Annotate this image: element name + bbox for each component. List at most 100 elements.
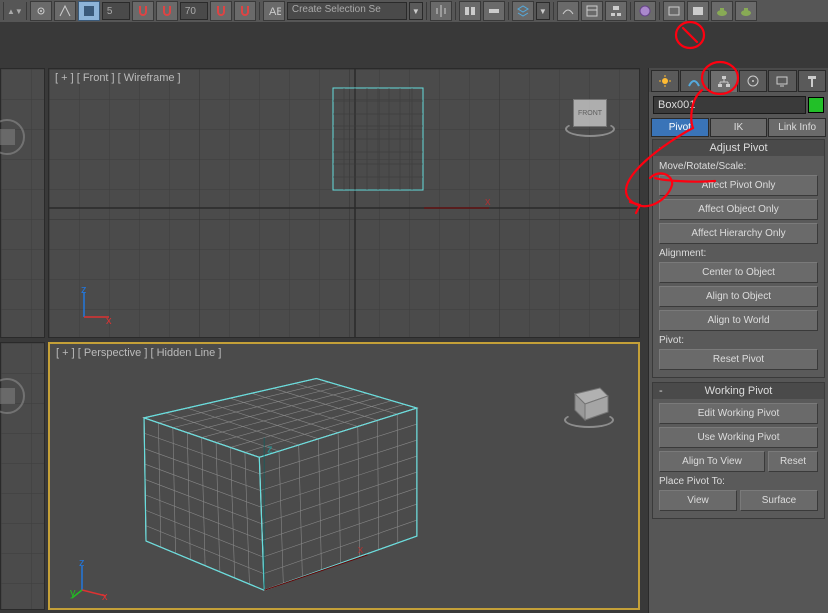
viewport-grid: x: [49, 69, 639, 337]
object-color-swatch[interactable]: [808, 97, 824, 113]
viewcube[interactable]: FRONT: [561, 89, 619, 147]
tab-display[interactable]: [768, 70, 796, 92]
affect-object-only-button[interactable]: Affect Object Only: [659, 199, 818, 220]
viewcube-ring[interactable]: [565, 121, 615, 137]
curve-icon: [561, 4, 575, 18]
percent-snap-button[interactable]: [78, 1, 100, 21]
dropdown-arrow[interactable]: ▼: [409, 2, 423, 20]
teapot-icon: [715, 4, 729, 18]
axis-gizmo: z x y: [70, 560, 110, 600]
snap-toggle-button[interactable]: [30, 1, 52, 21]
snap-btn-b[interactable]: [156, 1, 178, 21]
subtab-ik[interactable]: IK: [710, 118, 768, 137]
curve-editor-button[interactable]: [557, 1, 579, 21]
svg-text:x: x: [358, 544, 364, 556]
tab-motion[interactable]: [739, 70, 767, 92]
snap-btn-a[interactable]: [132, 1, 154, 21]
spinner-arrows[interactable]: ▲▼: [7, 7, 23, 16]
monitor-icon: [775, 74, 789, 88]
axis-gizmo: z x: [74, 287, 114, 327]
teapot-icon: [739, 4, 753, 18]
render-button[interactable]: [711, 1, 733, 21]
place-surface-button[interactable]: Surface: [740, 490, 818, 511]
object-name-field[interactable]: [653, 96, 806, 114]
hammer-icon: [805, 74, 819, 88]
viewport-label[interactable]: [ + ] [ Front ] [ Wireframe ]: [55, 72, 181, 84]
align-btn-2[interactable]: [483, 1, 505, 21]
named-selection-dropdown[interactable]: Create Selection Se: [287, 2, 407, 20]
edit-working-pivot-button[interactable]: Edit Working Pivot: [659, 403, 818, 424]
snap-btn-d[interactable]: [234, 1, 256, 21]
align-to-world-button[interactable]: Align to World: [659, 310, 818, 331]
align-to-view-button[interactable]: Align To View: [659, 451, 765, 472]
layer-button[interactable]: [512, 1, 534, 21]
affect-hierarchy-only-button[interactable]: Affect Hierarchy Only: [659, 223, 818, 244]
svg-text:ABC: ABC: [269, 6, 281, 18]
viewport-perspective[interactable]: [ + ] [ Perspective ] [ Hidden Line ]: [48, 342, 640, 610]
snap-btn-c[interactable]: [210, 1, 232, 21]
command-panel: Pivot IK Link Info -Adjust Pivot Move/Ro…: [648, 68, 828, 613]
use-working-pivot-button[interactable]: Use Working Pivot: [659, 427, 818, 448]
affect-pivot-only-button[interactable]: Affect Pivot Only: [659, 175, 818, 196]
viewport-label[interactable]: [ + ] [ Perspective ] [ Hidden Line ]: [56, 347, 221, 359]
named-sel-edit-button[interactable]: ABC: [263, 1, 285, 21]
toolbar-separator: [26, 2, 27, 20]
svg-text:x: x: [106, 315, 112, 327]
reset-pivot-button[interactable]: Reset Pivot: [659, 349, 818, 370]
snap-icon: [34, 4, 48, 18]
reset-working-pivot-button[interactable]: Reset: [768, 451, 818, 472]
magnet-icon: [238, 4, 252, 18]
snap-value-1[interactable]: [102, 2, 130, 20]
render-setup-button[interactable]: [663, 1, 685, 21]
grid-icon: [82, 4, 96, 18]
wheel-icon: [746, 74, 760, 88]
layer-dropdown-arrow[interactable]: ▼: [536, 2, 550, 20]
main-toolbar: ▲▼ ABC Create Selection Se ▼ ▼: [0, 0, 828, 22]
angle-snap-button[interactable]: [54, 1, 76, 21]
rollout-adjust-pivot: -Adjust Pivot Move/Rotate/Scale: Affect …: [652, 139, 825, 378]
toolbar-separator: [426, 2, 427, 20]
tab-modify[interactable]: [680, 70, 708, 92]
layers-icon: [516, 4, 530, 18]
pivot-label: Pivot:: [659, 334, 818, 349]
viewport-top-left[interactable]: [0, 68, 45, 338]
place-pivot-label: Place Pivot To:: [659, 475, 818, 490]
tab-hierarchy[interactable]: [710, 70, 738, 92]
snap-value-2[interactable]: [180, 2, 208, 20]
viewport-front[interactable]: [ + ] [ Front ] [ Wireframe ]: [48, 68, 640, 338]
align-icon: [463, 4, 477, 18]
place-view-button[interactable]: View: [659, 490, 737, 511]
tab-create[interactable]: [651, 70, 679, 92]
rollout-header[interactable]: -Working Pivot: [653, 383, 824, 399]
tab-utilities[interactable]: [798, 70, 826, 92]
svg-text:z: z: [81, 287, 87, 296]
dope-sheet-button[interactable]: [581, 1, 603, 21]
toolbar-separator: [659, 2, 660, 20]
subtab-pivot[interactable]: Pivot: [651, 118, 709, 137]
subtab-link-info[interactable]: Link Info: [768, 118, 826, 137]
arc-icon: [687, 74, 701, 88]
rollout-title: Working Pivot: [705, 385, 773, 397]
svg-text:z: z: [79, 560, 85, 569]
viewport-container: [ + ] [ Front ] [ Wireframe ]: [0, 22, 648, 591]
center-to-object-button[interactable]: Center to Object: [659, 262, 818, 283]
viewcube-ring[interactable]: [564, 412, 614, 428]
viewcube[interactable]: [560, 374, 618, 432]
rollout-header[interactable]: -Adjust Pivot: [653, 140, 824, 156]
svg-text:y: y: [70, 587, 76, 599]
text-icon: ABC: [267, 4, 281, 18]
align-button[interactable]: [459, 1, 481, 21]
toolbar-separator: [455, 2, 456, 20]
frame-icon: [691, 4, 705, 18]
render-frame-button[interactable]: [687, 1, 709, 21]
mirror-button[interactable]: [430, 1, 452, 21]
align-to-object-button[interactable]: Align to Object: [659, 286, 818, 307]
material-editor-button[interactable]: [634, 1, 656, 21]
schematic-button[interactable]: [605, 1, 627, 21]
rollout-title: Adjust Pivot: [709, 142, 767, 154]
render-prod-button[interactable]: [735, 1, 757, 21]
rollout-working-pivot: -Working Pivot Edit Working Pivot Use Wo…: [652, 382, 825, 519]
magnet-icon: [136, 4, 150, 18]
toolbar-separator: [630, 2, 631, 20]
viewport-bottom-left[interactable]: [0, 342, 45, 610]
